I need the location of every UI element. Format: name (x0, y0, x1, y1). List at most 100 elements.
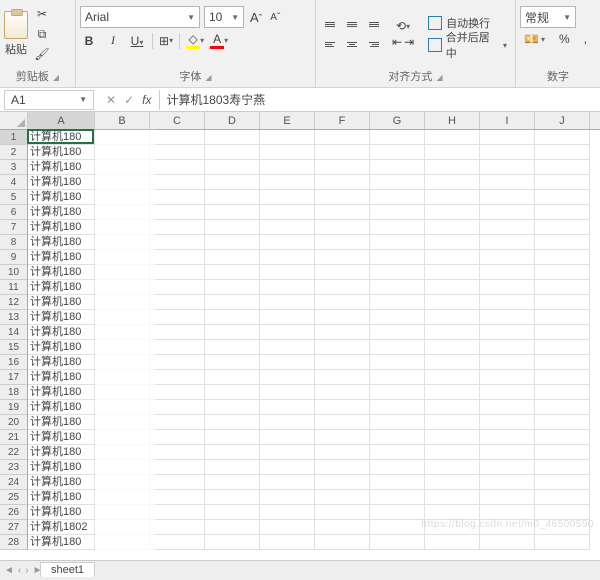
align-middle-button[interactable] (342, 15, 362, 33)
merge-center-button[interactable]: 合并后居中▾ (424, 35, 511, 55)
cell[interactable] (425, 130, 480, 145)
cell[interactable] (535, 400, 590, 415)
tab-nav-next[interactable]: › (25, 565, 28, 576)
cell[interactable] (425, 445, 480, 460)
cell[interactable] (370, 295, 425, 310)
cell[interactable]: 计算机180 (28, 415, 95, 430)
cell[interactable] (315, 130, 370, 145)
cell[interactable]: 计算机180 (28, 190, 95, 205)
cell[interactable] (95, 505, 150, 520)
column-header-B[interactable]: B (95, 112, 150, 129)
cell[interactable] (425, 190, 480, 205)
cell[interactable] (315, 475, 370, 490)
cell[interactable] (480, 445, 535, 460)
cell[interactable] (205, 535, 260, 550)
cell[interactable] (370, 220, 425, 235)
tab-nav-first[interactable]: ◄ (4, 565, 14, 576)
cell[interactable] (260, 145, 315, 160)
cell[interactable] (370, 310, 425, 325)
cell[interactable] (205, 220, 260, 235)
column-header-J[interactable]: J (535, 112, 590, 129)
cell[interactable] (95, 370, 150, 385)
paste-button[interactable]: 粘贴 (4, 11, 28, 57)
cell[interactable] (535, 370, 590, 385)
cell[interactable] (205, 130, 260, 145)
name-box[interactable]: A1▼ (4, 90, 94, 110)
cell[interactable] (425, 250, 480, 265)
row-header[interactable]: 20 (0, 415, 27, 430)
cell[interactable]: 计算机180 (28, 295, 95, 310)
cell[interactable] (535, 250, 590, 265)
cell[interactable] (315, 205, 370, 220)
cell[interactable] (480, 520, 535, 535)
cell[interactable] (370, 175, 425, 190)
cell[interactable] (315, 175, 370, 190)
cell[interactable] (205, 505, 260, 520)
cell[interactable] (150, 430, 205, 445)
cell[interactable] (480, 430, 535, 445)
cell[interactable] (260, 265, 315, 280)
cell[interactable] (370, 505, 425, 520)
decrease-indent-button[interactable]: ⇤ (392, 35, 402, 49)
cell[interactable]: 计算机180 (28, 430, 95, 445)
cell[interactable] (205, 310, 260, 325)
align-top-button[interactable] (320, 15, 340, 33)
cell[interactable] (370, 370, 425, 385)
cell[interactable] (95, 295, 150, 310)
font-color-button[interactable]: A▾ (210, 32, 228, 49)
cell[interactable] (260, 520, 315, 535)
cell[interactable] (260, 190, 315, 205)
column-header-G[interactable]: G (370, 112, 425, 129)
cell[interactable]: 计算机180 (28, 280, 95, 295)
cell[interactable] (370, 190, 425, 205)
cell[interactable] (480, 280, 535, 295)
cell[interactable] (315, 355, 370, 370)
cell[interactable] (480, 490, 535, 505)
cell[interactable] (205, 430, 260, 445)
cell[interactable]: 计算机180 (28, 475, 95, 490)
fill-color-button[interactable]: ◇▾ (186, 32, 204, 49)
cell[interactable]: 计算机180 (28, 370, 95, 385)
cell[interactable] (205, 295, 260, 310)
cell[interactable] (315, 430, 370, 445)
cell[interactable] (425, 385, 480, 400)
cell[interactable] (150, 520, 205, 535)
formula-input[interactable]: 计算机1803寿宁燕 (159, 90, 600, 110)
cell[interactable] (260, 205, 315, 220)
cells-area[interactable]: 计算机180计算机180计算机180计算机180计算机180计算机180计算机1… (28, 130, 600, 560)
cell[interactable] (95, 385, 150, 400)
cell[interactable] (480, 400, 535, 415)
cell[interactable] (480, 355, 535, 370)
cell[interactable] (150, 475, 205, 490)
cell[interactable] (95, 340, 150, 355)
cell[interactable] (150, 220, 205, 235)
cell[interactable] (315, 145, 370, 160)
cell[interactable] (150, 145, 205, 160)
cell[interactable] (425, 505, 480, 520)
cell[interactable] (150, 250, 205, 265)
cell[interactable] (370, 250, 425, 265)
row-header[interactable]: 14 (0, 325, 27, 340)
cell[interactable] (480, 235, 535, 250)
borders-button[interactable]: ⊞▾ (159, 34, 173, 48)
cell[interactable] (370, 475, 425, 490)
number-format-select[interactable]: 常规▼ (520, 6, 576, 28)
cell[interactable] (260, 370, 315, 385)
cell[interactable] (480, 460, 535, 475)
cell[interactable] (95, 490, 150, 505)
cell[interactable] (315, 490, 370, 505)
cell[interactable] (480, 295, 535, 310)
cell[interactable] (95, 415, 150, 430)
cell[interactable] (480, 325, 535, 340)
row-header[interactable]: 24 (0, 475, 27, 490)
cell[interactable] (370, 160, 425, 175)
row-header[interactable]: 16 (0, 355, 27, 370)
cell[interactable] (260, 325, 315, 340)
cell[interactable] (425, 460, 480, 475)
cell[interactable] (370, 280, 425, 295)
cell[interactable] (480, 535, 535, 550)
cell[interactable] (535, 310, 590, 325)
cell[interactable]: 计算机180 (28, 235, 95, 250)
cell[interactable] (535, 385, 590, 400)
column-header-D[interactable]: D (205, 112, 260, 129)
